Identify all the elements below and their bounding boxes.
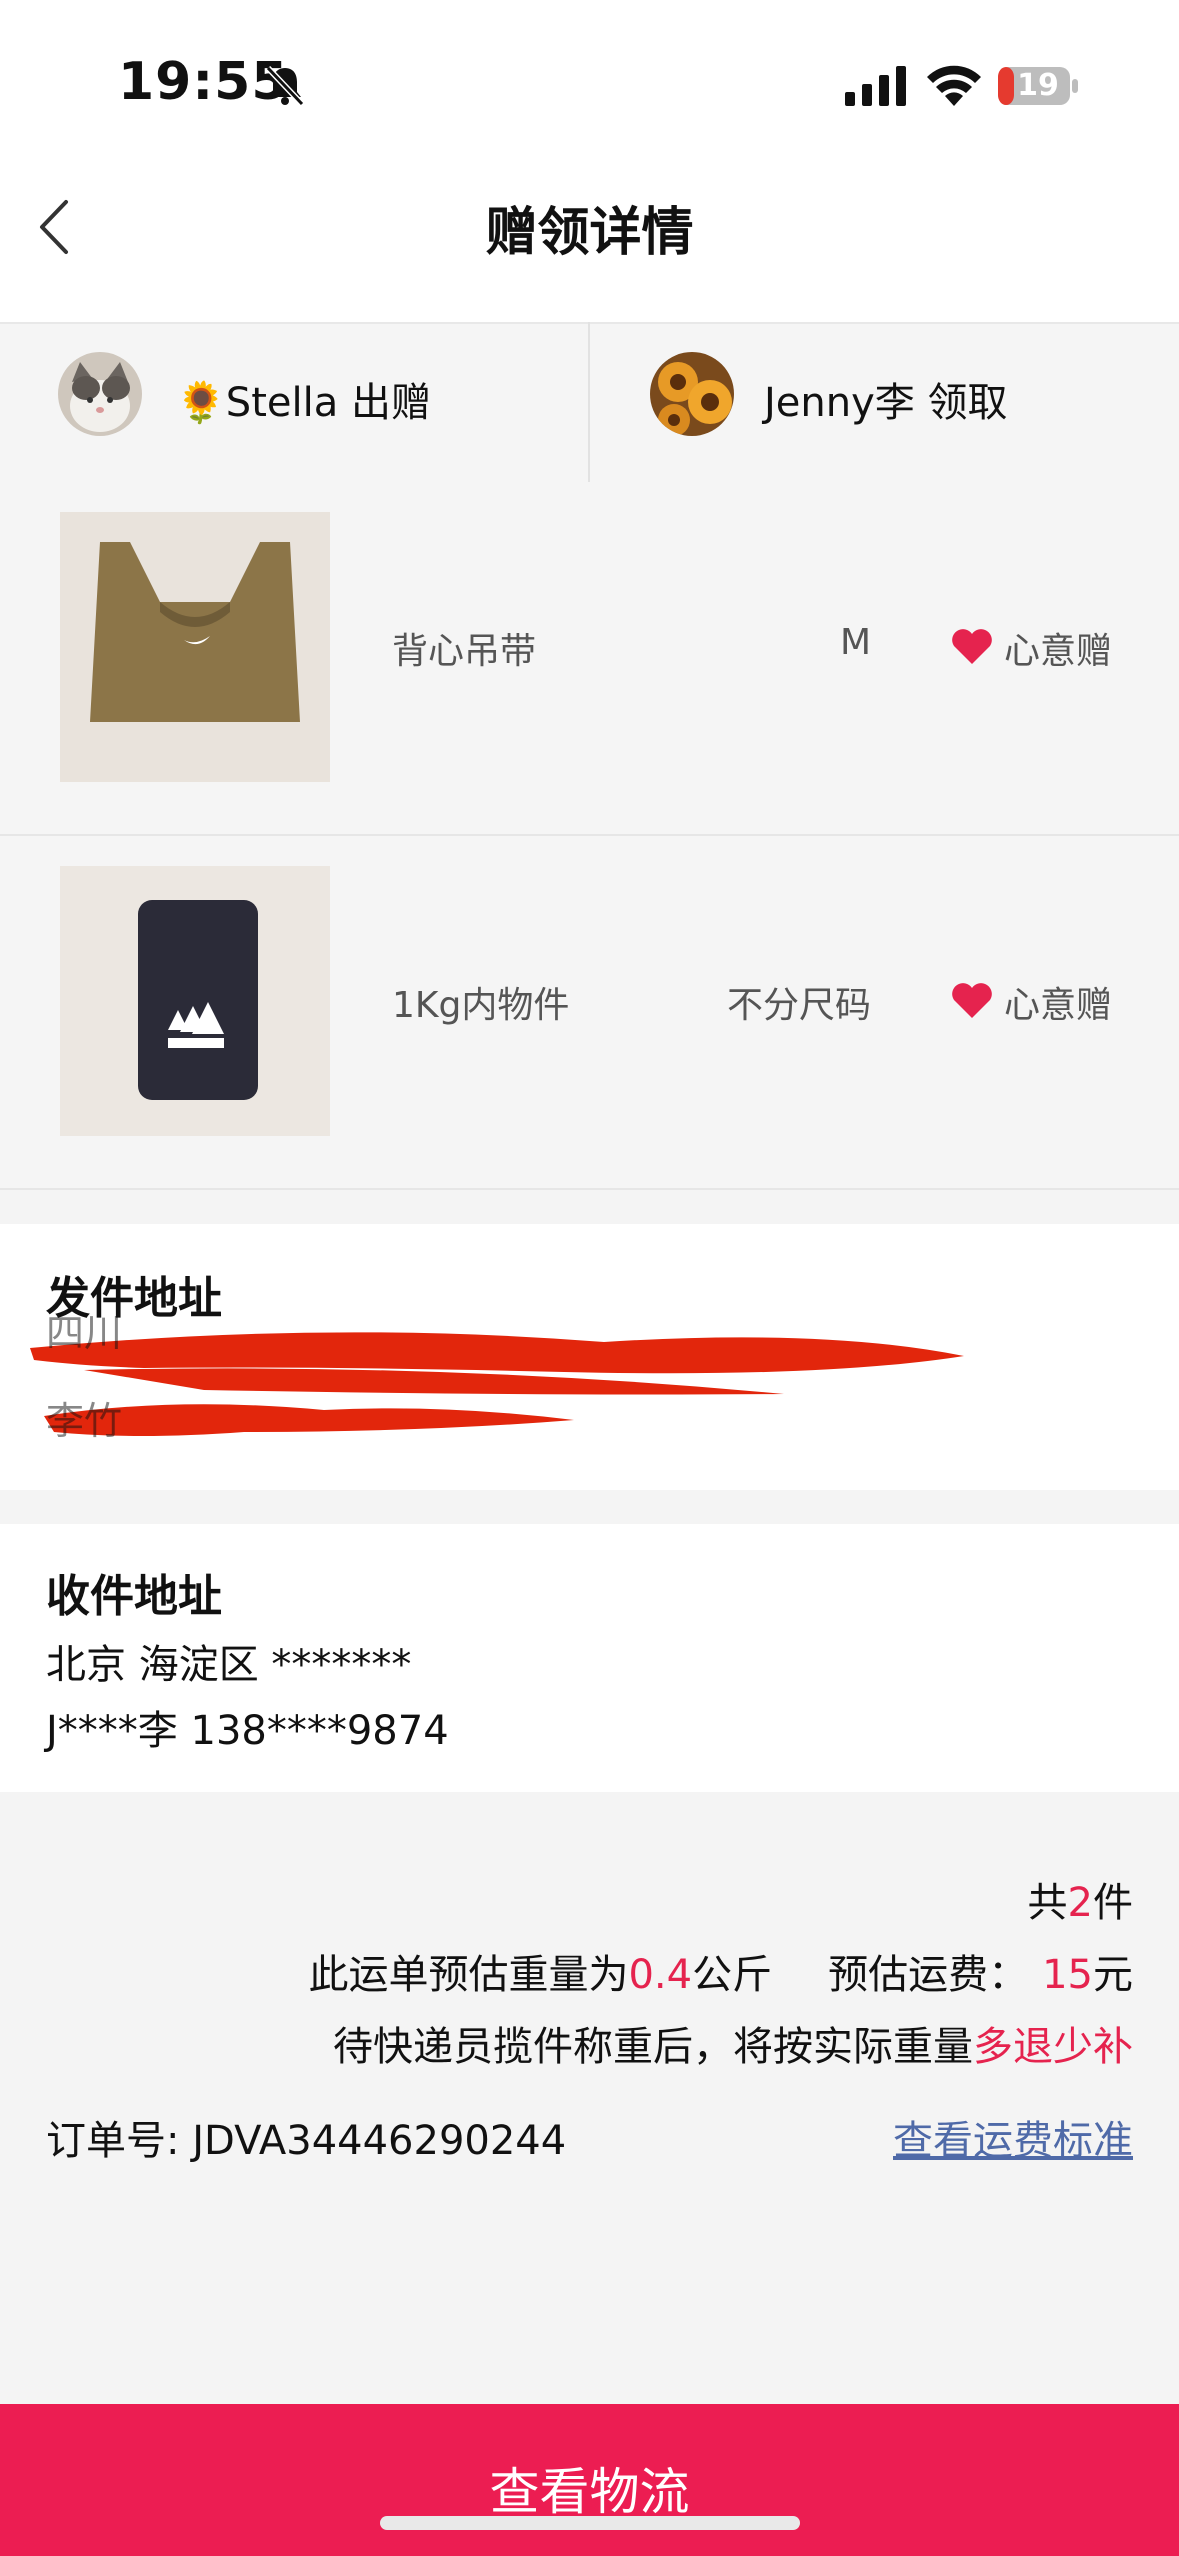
- item-photo: [60, 866, 330, 1136]
- weight-unit: 公斤: [692, 1952, 773, 1998]
- giver-avatar[interactable]: [58, 352, 142, 436]
- item-name: 1Kg内物件: [392, 985, 570, 1026]
- users-divider: [588, 322, 590, 482]
- item-name: 背心吊带: [392, 631, 537, 672]
- cellular-signal-icon: [845, 66, 906, 106]
- sports-bra-image: [60, 512, 330, 782]
- weight-value: 0.4: [628, 1952, 693, 1998]
- weight-prefix: 此运单预估重量为: [308, 1952, 629, 1998]
- view-logistics-label: 查看物流: [489, 2463, 690, 2521]
- receiver-contact-line: J****李 138****9874: [46, 1708, 449, 1754]
- gift-type-label: 心意赠: [1004, 985, 1113, 1026]
- gift-type-label: 心意赠: [1004, 631, 1113, 672]
- heart-icon: [952, 629, 992, 664]
- fee-prefix: 预估运费：: [828, 1952, 1029, 1998]
- receiver-address-title: 收件地址: [46, 1571, 222, 1622]
- reweigh-note: 待快递员揽件称重后，将按实际重量多退少补: [333, 2014, 1133, 2072]
- svg-text:李竹: 李竹: [46, 1399, 122, 1443]
- count-suffix: 件: [1093, 1880, 1133, 1926]
- cat-avatar-icon: [58, 352, 142, 436]
- item-photo: [60, 512, 330, 782]
- fee-value: 15: [1042, 1952, 1093, 1998]
- fee-unit: 元: [1093, 1952, 1133, 1998]
- item-size: 不分尺码: [726, 985, 871, 1026]
- item-size: M: [839, 622, 871, 663]
- redaction-scribble: 四川 李竹: [30, 1316, 964, 1443]
- sunflower-avatar-icon: [650, 352, 734, 436]
- item-count: 共2件: [1028, 1870, 1133, 1928]
- count-value: 2: [1067, 1880, 1093, 1926]
- note-highlight: 多退少补: [973, 2024, 1133, 2070]
- weight-fee-line: 此运单预估重量为0.4公斤 预估运费： 15元: [308, 1942, 1133, 2000]
- wristband-image: [60, 866, 330, 1136]
- home-indicator[interactable]: [380, 2516, 800, 2530]
- giver-name: 🌻Stella 出赠: [176, 380, 431, 426]
- battery-level: 19: [1017, 68, 1059, 103]
- order-number: 订单号: JDVA34446290244: [46, 2118, 567, 2164]
- battery-indicator: 19: [997, 66, 1079, 106]
- fee-standard-link[interactable]: 查看运费标准: [893, 2108, 1133, 2166]
- wifi-icon: [927, 65, 981, 106]
- receiver-name: Jenny李 领取: [764, 380, 1008, 426]
- heart-icon: [952, 983, 992, 1018]
- silent-bell-icon: [265, 65, 305, 107]
- page-title: 赠领详情: [485, 203, 694, 263]
- receiver-address-line: 北京 海淀区 *******: [46, 1642, 412, 1688]
- note-prefix: 待快递员揽件称重后，将按实际重量: [333, 2024, 973, 2070]
- svg-text:四川: 四川: [46, 1316, 122, 1355]
- count-prefix: 共: [1027, 1880, 1068, 1926]
- receiver-avatar[interactable]: [650, 352, 734, 436]
